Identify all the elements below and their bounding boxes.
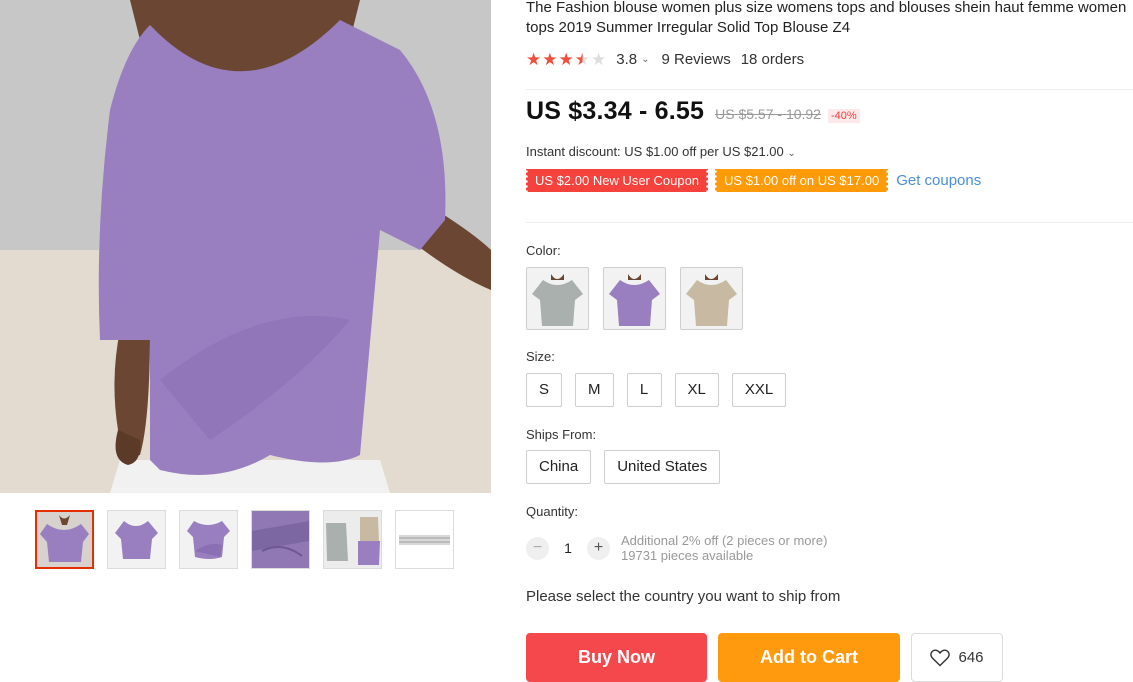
heart-icon <box>930 648 951 666</box>
reviews-link[interactable]: 9 Reviews <box>662 51 731 68</box>
price-row: US $3.34 - 6.55 US $5.57 - 10.92 -40% <box>526 97 1133 126</box>
size-option-m[interactable]: M <box>575 373 614 407</box>
color-label: Color: <box>526 243 561 258</box>
stock-available: 19731 pieces available <box>621 548 754 563</box>
ships-from-options: China United States <box>526 450 721 484</box>
size-option-l[interactable]: L <box>626 373 662 407</box>
star-icon: ★ <box>542 49 558 69</box>
thumbnail-5[interactable] <box>323 510 382 569</box>
wishlist-button[interactable]: 646 <box>911 633 1003 682</box>
star-icon: ★ <box>526 49 542 69</box>
star-rating: ★ ★ ★ ★ ★ <box>526 51 606 68</box>
store-coupon[interactable]: US $1.00 off on US $17.00 <box>714 168 890 192</box>
orders-count: 18 orders <box>740 50 805 68</box>
chevron-down-icon: ⌄ <box>787 148 796 159</box>
bulk-discount-note: Additional 2% off (2 pieces or more) <box>621 533 828 548</box>
star-empty-icon: ★ <box>591 49 607 69</box>
size-option-s[interactable]: S <box>526 373 563 407</box>
new-user-coupon[interactable]: US $2.00 New User Coupon <box>524 168 710 192</box>
divider <box>526 89 1133 90</box>
ship-from-prompt: Please select the country you want to sh… <box>526 588 841 605</box>
color-option-khaki[interactable] <box>680 267 743 330</box>
rating-row: ★ ★ ★ ★ ★ 3.8 ⌄ 9 Reviews 18 orders <box>526 49 1133 69</box>
ships-from-united-states[interactable]: United States <box>604 450 721 484</box>
action-buttons: Buy Now Add to Cart 646 <box>526 633 1003 682</box>
quantity-input[interactable]: 1 <box>549 540 587 556</box>
coupon-row: US $2.00 New User Coupon US $1.00 off on… <box>524 168 1133 192</box>
current-price: US $3.34 - 6.55 <box>526 97 705 125</box>
ships-from-label: Ships From: <box>526 427 597 442</box>
size-options: S M L XL XXL <box>526 373 787 407</box>
get-coupons-link[interactable]: Get coupons <box>896 172 981 189</box>
size-option-xl[interactable]: XL <box>674 373 719 407</box>
thumbnail-4[interactable] <box>251 510 310 569</box>
star-icon: ★ <box>558 49 574 69</box>
main-product-image[interactable] <box>0 0 491 493</box>
thumbnail-2[interactable] <box>107 510 166 569</box>
color-swatches <box>526 267 743 330</box>
star-half-icon: ★ <box>574 49 590 69</box>
thumbnail-3[interactable] <box>179 510 238 569</box>
color-option-purple[interactable] <box>603 267 666 330</box>
instant-discount[interactable]: Instant discount: US $1.00 off per US $2… <box>526 144 1133 159</box>
quantity-decrease-button[interactable]: − <box>526 536 549 560</box>
quantity-increase-button[interactable]: + <box>587 536 610 560</box>
wishlist-count: 646 <box>958 649 984 666</box>
buy-now-button[interactable]: Buy Now <box>526 633 707 682</box>
thumbnail-strip <box>35 510 454 569</box>
divider <box>526 222 1133 223</box>
ships-from-china[interactable]: China <box>526 450 592 484</box>
instant-discount-text: Instant discount: US $1.00 off per US $2… <box>526 144 784 159</box>
product-info: The Fashion blouse women plus size women… <box>524 0 1133 682</box>
chevron-down-icon[interactable]: ⌄ <box>641 54 649 65</box>
size-option-xxl[interactable]: XXL <box>731 373 787 407</box>
thumbnail-6[interactable] <box>395 510 454 569</box>
original-price: US $5.57 - 10.92 <box>715 106 821 122</box>
color-option-gray[interactable] <box>526 267 589 330</box>
size-label: Size: <box>526 349 555 364</box>
rating-value[interactable]: 3.8 <box>616 51 637 68</box>
add-to-cart-button[interactable]: Add to Cart <box>718 633 900 682</box>
discount-badge: -40% <box>827 109 860 123</box>
quantity-stepper: − 1 + Additional 2% off (2 pieces or mor… <box>526 533 827 563</box>
quantity-note: Additional 2% off (2 pieces or more) 197… <box>621 533 827 563</box>
thumbnail-1[interactable] <box>35 510 94 569</box>
quantity-label: Quantity: <box>526 504 579 519</box>
product-title: The Fashion blouse women plus size women… <box>526 0 1127 36</box>
